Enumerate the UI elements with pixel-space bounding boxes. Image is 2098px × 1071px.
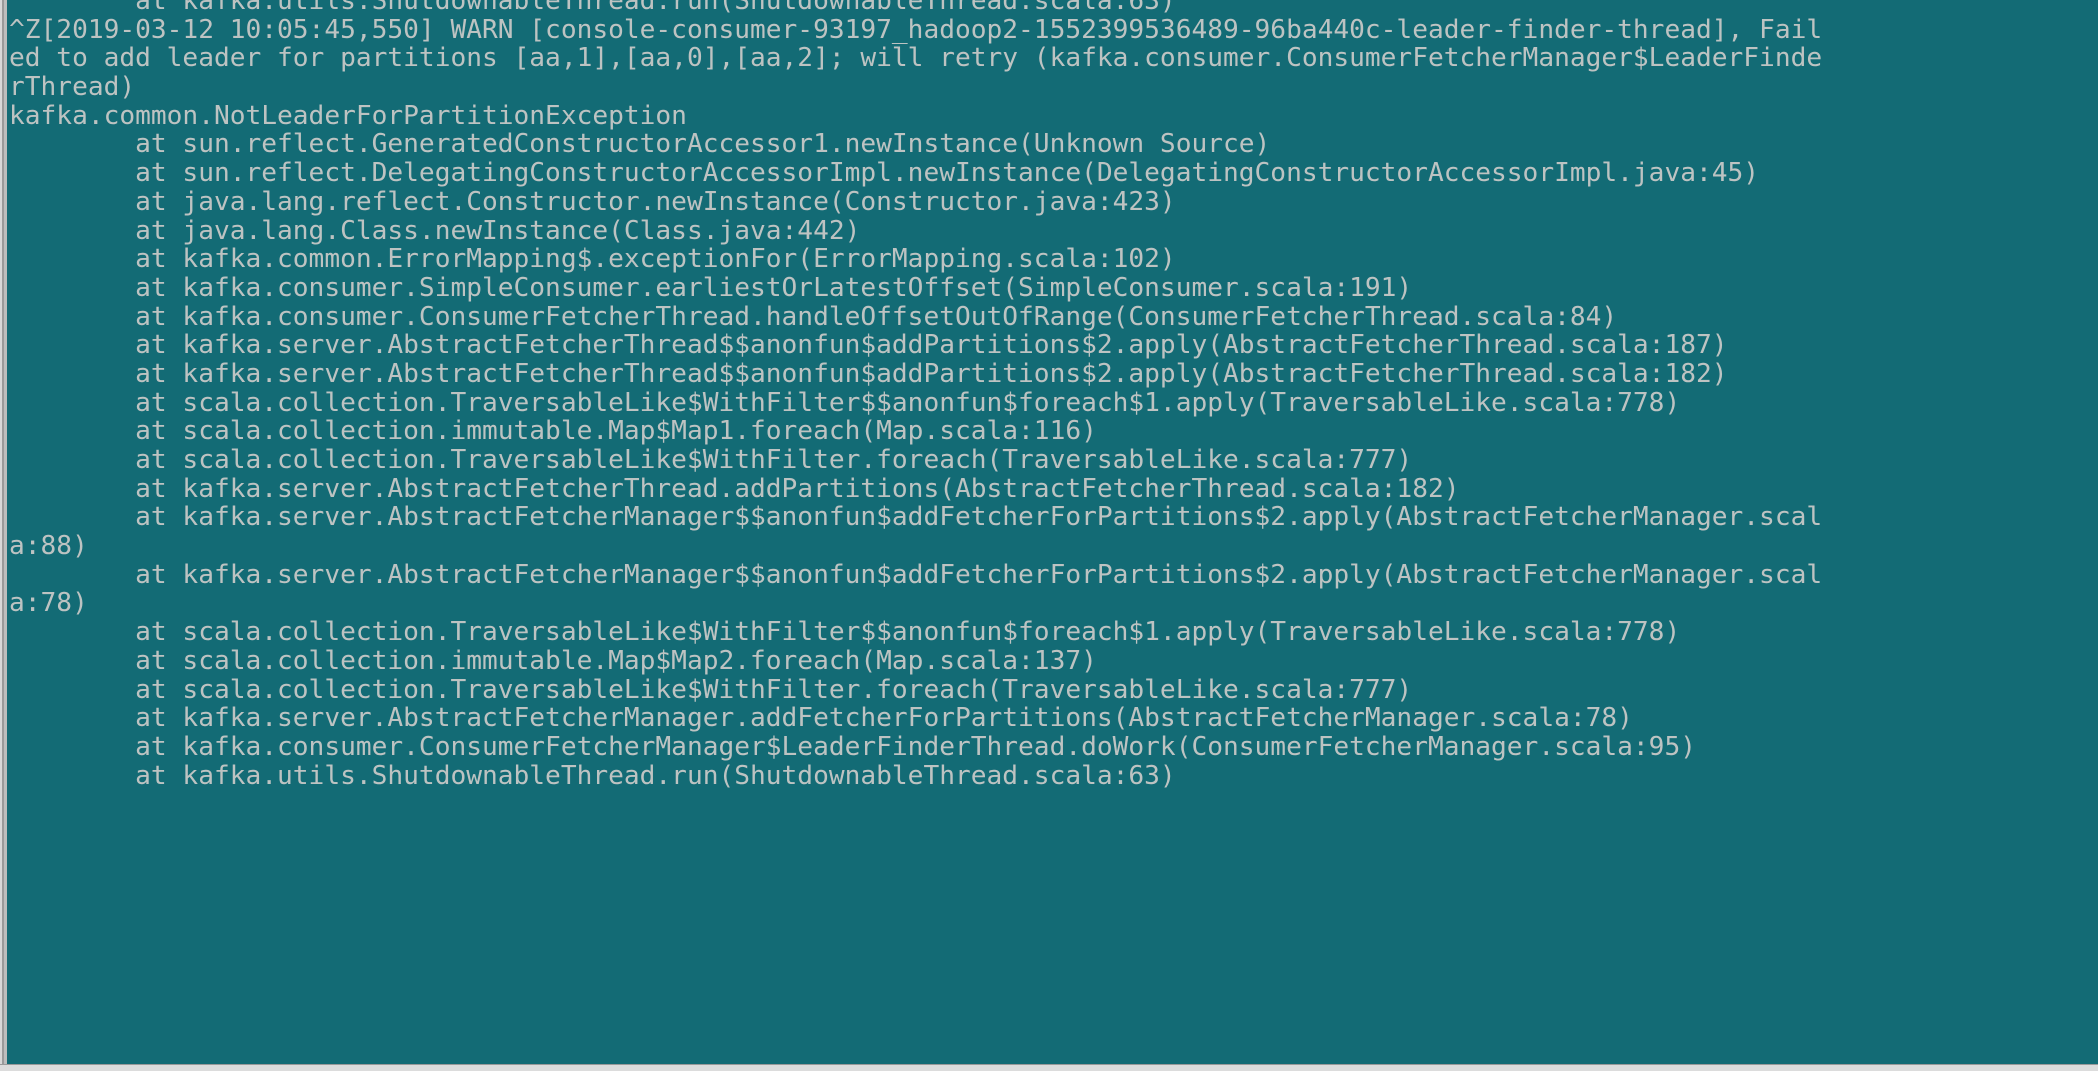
console-line: kafka.common.NotLeaderForPartitionExcept… (9, 100, 687, 131)
console-line: a:88) (9, 531, 88, 562)
console-line: at scala.collection.immutable.Map$Map1.f… (9, 416, 1097, 447)
console-line: ^Z[2019-03-12 10:05:45,550] WARN [consol… (9, 14, 1823, 45)
console-line: at java.lang.reflect.Constructor.newInst… (9, 186, 1176, 217)
console-line: at sun.reflect.DelegatingConstructorAcce… (9, 158, 1760, 189)
window-bottom-edge (0, 1064, 2098, 1071)
console-line: at sun.reflect.GeneratedConstructorAcces… (9, 129, 1271, 160)
window-left-border (0, 0, 9, 1071)
console-line: at scala.collection.TraversableLike$With… (9, 387, 1681, 418)
console-line: ed to add leader for partitions [aa,1],[… (9, 43, 1823, 74)
console-line: at kafka.server.AbstractFetcherManager$$… (9, 502, 1823, 533)
console-line: at scala.collection.TraversableLike$With… (9, 617, 1681, 648)
console-line: a:78) (9, 588, 88, 619)
console-line: at kafka.server.AbstractFetcherThread$$a… (9, 358, 1728, 389)
console-output-log[interactable]: at kafka.utils.ShutdownableThread.run(Sh… (9, 0, 2092, 1051)
console-line: at java.lang.Class.newInstance(Class.jav… (9, 215, 861, 246)
console-line: at kafka.consumer.ConsumerFetcherThread.… (9, 301, 1618, 332)
console-line: rThread) (9, 72, 136, 103)
console-line: at kafka.server.AbstractFetcherManager.a… (9, 703, 1633, 734)
terminal-window[interactable]: at kafka.utils.ShutdownableThread.run(Sh… (0, 0, 2098, 1071)
console-line: at scala.collection.TraversableLike$With… (9, 674, 1413, 705)
console-line: at kafka.server.AbstractFetcherManager$$… (9, 559, 1823, 590)
console-line: at scala.collection.TraversableLike$With… (9, 445, 1413, 475)
console-line: at kafka.consumer.ConsumerFetcherManager… (9, 731, 1696, 762)
console-line: at kafka.common.ErrorMapping$.exceptionF… (9, 244, 1176, 275)
console-line: at kafka.server.AbstractFetcherThread$$a… (9, 330, 1728, 361)
console-line: at scala.collection.immutable.Map$Map2.f… (9, 645, 1097, 676)
console-line: at kafka.server.AbstractFetcherThread.ad… (9, 473, 1460, 504)
console-line: at kafka.utils.ShutdownableThread.run(Sh… (9, 0, 1176, 16)
console-line: at kafka.consumer.SimpleConsumer.earlies… (9, 272, 1413, 303)
console-line: at kafka.utils.ShutdownableThread.run(Sh… (9, 760, 1176, 791)
